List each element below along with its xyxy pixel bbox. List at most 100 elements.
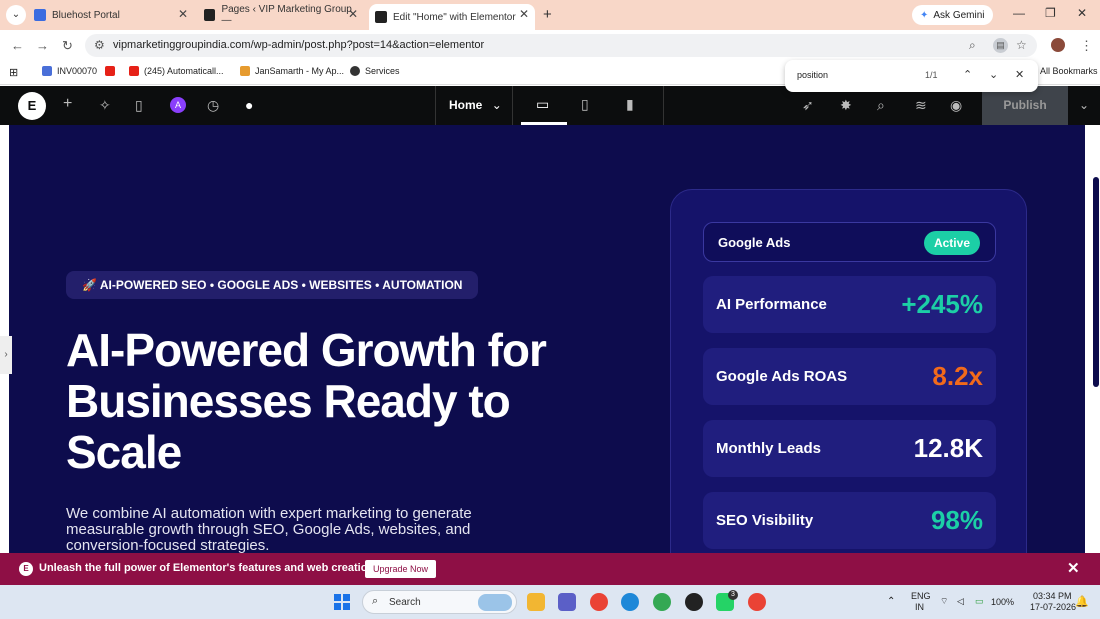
tab-pages[interactable]: Pages ‹ VIP Marketing Group — ✕ (198, 4, 364, 26)
divider (663, 86, 664, 125)
close-icon[interactable]: ✕ (348, 7, 358, 21)
chevron-up-icon[interactable]: ⌃ (887, 596, 895, 607)
stat-ai-performance: AI Performance +245% (703, 276, 996, 333)
publish-options-chevron-icon[interactable]: ⌄ (1068, 86, 1100, 125)
stat-value: +245% (901, 289, 983, 319)
stat-monthly-leads: Monthly Leads 12.8K (703, 420, 996, 477)
elementor-logo-button[interactable]: E (18, 92, 46, 120)
tab-elementor[interactable]: Edit "Home" with Elementor ✕ (369, 4, 535, 30)
tab-search-button[interactable]: ⌄ (6, 5, 26, 25)
edge-icon[interactable] (621, 593, 639, 611)
site-settings-icon[interactable]: ✧ (99, 97, 111, 114)
close-icon[interactable]: ✕ (1015, 68, 1024, 81)
language-indicator[interactable]: ENG (911, 591, 931, 601)
upgrade-promo-bar: E Unleash the full power of Elementor's … (0, 553, 1100, 585)
bluehost-icon (34, 9, 46, 21)
taskbar-search[interactable]: ⌕ Search (362, 590, 517, 614)
find-bar: position 1/1 ⌃ ⌄ ✕ (785, 60, 1038, 92)
volume-icon[interactable]: ◁ (957, 596, 964, 607)
battery-percent: 100% (991, 597, 1015, 607)
windows-start-icon[interactable] (334, 594, 350, 610)
hero-subtitle: We combine AI automation with expert mar… (66, 505, 472, 554)
notifications-icon[interactable]: ✸ (840, 97, 852, 114)
minimize-icon[interactable]: — (1013, 6, 1025, 20)
page-name: Home (449, 98, 483, 112)
structure-icon[interactable]: ≋ (915, 97, 927, 114)
page-selector[interactable]: Home ⌄ (449, 98, 502, 112)
active-badge: Active (923, 231, 980, 255)
find-icon[interactable]: ▤ (993, 38, 1008, 53)
close-icon[interactable]: ✕ (178, 7, 188, 21)
zoom-icon[interactable]: ⌕ (969, 38, 976, 53)
ask-gemini-button[interactable]: ✦ Ask Gemini (912, 5, 993, 25)
clock-date[interactable]: 17-07-2026 (1030, 602, 1076, 612)
close-icon[interactable]: ✕ (1067, 559, 1080, 577)
bookmark-label: INV00070 (57, 66, 98, 76)
close-icon[interactable]: ✕ (519, 7, 529, 21)
chrome-active-icon[interactable] (748, 593, 766, 611)
tab-title: Pages ‹ VIP Marketing Group — (221, 4, 352, 26)
chrome-profile-icon[interactable] (653, 593, 671, 611)
bookmark-inv[interactable]: INV00070 (42, 66, 97, 76)
history-icon[interactable]: ◷ (207, 97, 219, 114)
bookmark-automatically[interactable]: (245) Automaticall... (129, 66, 224, 76)
page-settings-icon[interactable]: ▯ (135, 97, 143, 114)
chrome-icon[interactable] (590, 593, 608, 611)
add-element-icon[interactable]: + (63, 95, 72, 113)
chevron-down-icon: ⌄ (491, 98, 502, 112)
clock-time[interactable]: 03:34 PM (1033, 591, 1072, 601)
search-icon: ⌕ (372, 595, 379, 607)
language-region[interactable]: IN (915, 602, 924, 612)
chevron-down-icon[interactable]: ⌄ (989, 68, 998, 81)
forward-icon[interactable]: → (36, 38, 49, 53)
stat-label: SEO Visibility (716, 512, 814, 529)
bookmark-label: Services (365, 66, 400, 76)
wifi-icon[interactable]: ⌔ (940, 596, 948, 607)
restore-icon[interactable]: ❐ (1045, 6, 1056, 20)
reload-icon[interactable]: ↻ (62, 38, 73, 54)
angie-ai-icon[interactable]: A (170, 97, 186, 113)
preview-eye-icon[interactable]: ◉ (950, 97, 962, 114)
tablet-icon[interactable]: ▯ (581, 96, 589, 113)
panel-toggle-chevron-icon[interactable]: › (0, 336, 12, 374)
address-bar[interactable]: ⚙ vipmarketinggroupindia.com/wp-admin/po… (85, 34, 1037, 57)
battery-icon[interactable]: ▭ (975, 596, 984, 607)
apps-grid-icon[interactable]: ⊞ (9, 66, 18, 79)
all-bookmarks[interactable]: All Bookmarks (1040, 66, 1098, 76)
find-input[interactable]: position (797, 70, 828, 80)
profile-avatar[interactable] (1051, 38, 1065, 52)
new-tab-button[interactable]: + (543, 6, 552, 23)
rocket-icon[interactable]: ➶ (802, 97, 814, 114)
address-row: ← → ↻ ⚙ vipmarketinggroupindia.com/wp-ad… (0, 30, 1100, 61)
mobile-icon[interactable]: ▮ (626, 96, 634, 113)
bookmark-star-icon[interactable]: ☆ (1016, 38, 1027, 52)
file-explorer-icon[interactable] (527, 593, 545, 611)
back-icon[interactable]: ← (11, 38, 24, 53)
stat-value: 8.2x (932, 361, 983, 391)
bookmark-services[interactable]: Services (350, 66, 400, 76)
menu-kebab-icon[interactable]: ⋮ (1080, 38, 1093, 54)
search-highlight-image (478, 594, 512, 611)
desktop-icon[interactable]: ▭ (536, 96, 549, 113)
bookmark-youtube[interactable] (105, 66, 120, 76)
upgrade-now-button[interactable]: Upgrade Now (365, 560, 437, 578)
window-close-icon[interactable]: ✕ (1077, 6, 1087, 20)
tab-bluehost[interactable]: Bluehost Portal ✕ (28, 4, 194, 26)
bookmark-jansamarth[interactable]: JanSamarth - My Ap... (240, 66, 344, 76)
teams-icon[interactable] (558, 593, 576, 611)
search-icon[interactable]: ⌕ (877, 97, 885, 114)
site-favicon-icon (375, 11, 387, 23)
color-drop-icon[interactable]: ● (245, 97, 253, 113)
gemini-icon: ✦ (920, 9, 929, 21)
scroll-thumb[interactable] (1093, 177, 1099, 387)
site-favicon-icon (204, 9, 216, 21)
elementor-icon: E (19, 562, 33, 576)
chevron-up-icon[interactable]: ⌃ (963, 68, 972, 81)
url-text: vipmarketinggroupindia.com/wp-admin/post… (113, 39, 485, 51)
divider (512, 86, 513, 125)
site-info-icon[interactable]: ⚙ (94, 38, 105, 52)
bookmark-label: (245) Automaticall... (144, 66, 224, 76)
notification-bell-icon[interactable]: 🔔 (1075, 595, 1089, 608)
stat-label: Monthly Leads (716, 440, 822, 457)
chatgpt-icon[interactable] (685, 593, 703, 611)
